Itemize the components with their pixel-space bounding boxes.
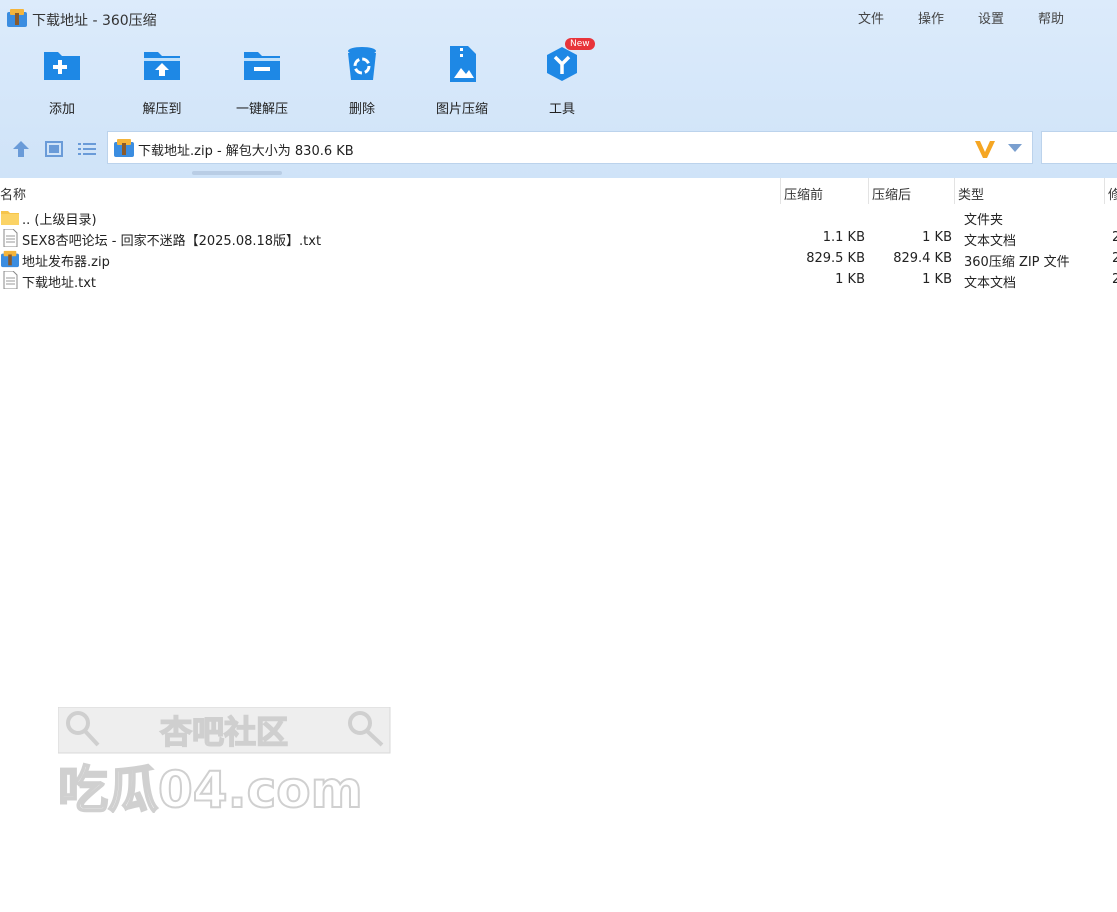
v-logo-icon[interactable] <box>974 139 996 159</box>
file-size-before: 829.5 KB <box>806 251 865 266</box>
file-size-before: 1.1 KB <box>822 230 865 245</box>
watermark-logo: 杏吧社区 吃瓜04.com <box>58 707 391 813</box>
file-name: SEX8杏吧论坛 - 回家不迷路【2025.08.18版】.txt <box>22 234 322 249</box>
col-modified[interactable]: 修 <box>1108 184 1117 203</box>
add-folder-icon <box>44 52 80 80</box>
menu-help[interactable]: 帮助 <box>1038 8 1064 27</box>
trash-icon <box>348 47 376 80</box>
file-size-after: 829.4 KB <box>893 251 952 266</box>
zip-file-icon <box>114 139 134 157</box>
delete-button[interactable]: 删除 <box>322 44 402 117</box>
list-view-icon[interactable] <box>78 141 96 157</box>
address-text: 下载地址.zip - 解包大小为 830.6 KB <box>138 144 354 159</box>
extract-to-button[interactable]: 解压到 <box>122 44 202 117</box>
file-row[interactable]: SEX8杏吧论坛 - 回家不迷路【2025.08.18版】.txt 1.1 KB… <box>0 228 1117 249</box>
search-input[interactable] <box>1041 131 1117 164</box>
thumbnail-view-icon[interactable] <box>45 141 63 157</box>
file-type: 文件夹 <box>964 213 1004 228</box>
address-bar[interactable]: 下载地址.zip - 解包大小为 830.6 KB <box>107 131 1033 164</box>
tools-label: 工具 <box>548 102 575 117</box>
file-type: 360压缩 ZIP 文件 <box>964 255 1070 270</box>
extract-to-label: 解压到 <box>142 102 182 117</box>
one-click-extract-icon <box>244 52 280 80</box>
scroll-indicator[interactable] <box>192 171 282 175</box>
file-name: 下载地址.txt <box>22 276 97 291</box>
column-header: 名称 压缩前 压缩后 类型 修 <box>0 178 1117 206</box>
zip-file-icon <box>1 250 19 268</box>
text-file-icon <box>3 229 18 247</box>
file-modified: 2 <box>1112 230 1117 245</box>
image-compress-label: 图片压缩 <box>435 102 488 117</box>
one-click-extract-button[interactable]: 一键解压 <box>222 44 302 117</box>
file-modified: 2 <box>1112 272 1117 287</box>
text-file-icon <box>3 271 18 289</box>
image-compress-icon <box>450 46 476 82</box>
menu-file[interactable]: 文件 <box>858 8 884 27</box>
menu-operation[interactable]: 操作 <box>918 8 944 27</box>
col-before[interactable]: 压缩前 <box>784 184 823 203</box>
column-divider[interactable] <box>954 178 955 204</box>
col-type[interactable]: 类型 <box>958 184 984 203</box>
one-click-extract-label: 一键解压 <box>235 102 288 117</box>
add-button[interactable]: 添加 <box>22 44 102 117</box>
window-title: 下载地址 - 360压缩 <box>32 13 157 29</box>
file-modified: 2 <box>1112 251 1117 266</box>
chevron-down-icon[interactable] <box>1008 144 1022 152</box>
file-name: 地址发布器.zip <box>22 255 110 270</box>
tools-icon <box>547 47 577 81</box>
column-divider[interactable] <box>1104 178 1105 204</box>
file-type: 文本文档 <box>964 276 1017 291</box>
column-divider[interactable] <box>868 178 869 204</box>
file-row-parent[interactable]: .. (上级目录) 文件夹 <box>0 207 1117 228</box>
add-label: 添加 <box>48 102 75 117</box>
delete-label: 删除 <box>348 102 375 117</box>
tools-button[interactable]: 工具 <box>522 44 602 117</box>
col-after[interactable]: 压缩后 <box>872 184 911 203</box>
menu-settings[interactable]: 设置 <box>978 8 1004 27</box>
file-type: 文本文档 <box>964 234 1017 249</box>
extract-to-icon <box>144 52 180 80</box>
top-panel: 下载地址 - 360压缩 文件 操作 设置 帮助 添加 解压到 一键解压 删除 … <box>0 0 1117 178</box>
folder-icon <box>1 211 19 225</box>
col-name[interactable]: 名称 <box>0 184 26 203</box>
file-size-after: 1 KB <box>922 230 952 245</box>
file-row[interactable]: 地址发布器.zip 829.5 KB 829.4 KB 360压缩 ZIP 文件… <box>0 249 1117 270</box>
app-logo-icon <box>7 9 27 27</box>
column-divider[interactable] <box>780 178 781 204</box>
up-arrow-icon[interactable] <box>12 141 30 157</box>
watermark-line2: 吃瓜04.com <box>58 761 363 813</box>
image-compress-button[interactable]: 图片压缩 <box>422 44 502 117</box>
watermark-line1: 杏吧社区 <box>160 713 288 751</box>
new-badge: New <box>565 38 595 50</box>
file-name: .. (上级目录) <box>22 213 97 228</box>
file-row[interactable]: 下载地址.txt 1 KB 1 KB 文本文档 2 <box>0 270 1117 291</box>
file-size-before: 1 KB <box>835 272 865 287</box>
file-size-after: 1 KB <box>922 272 952 287</box>
